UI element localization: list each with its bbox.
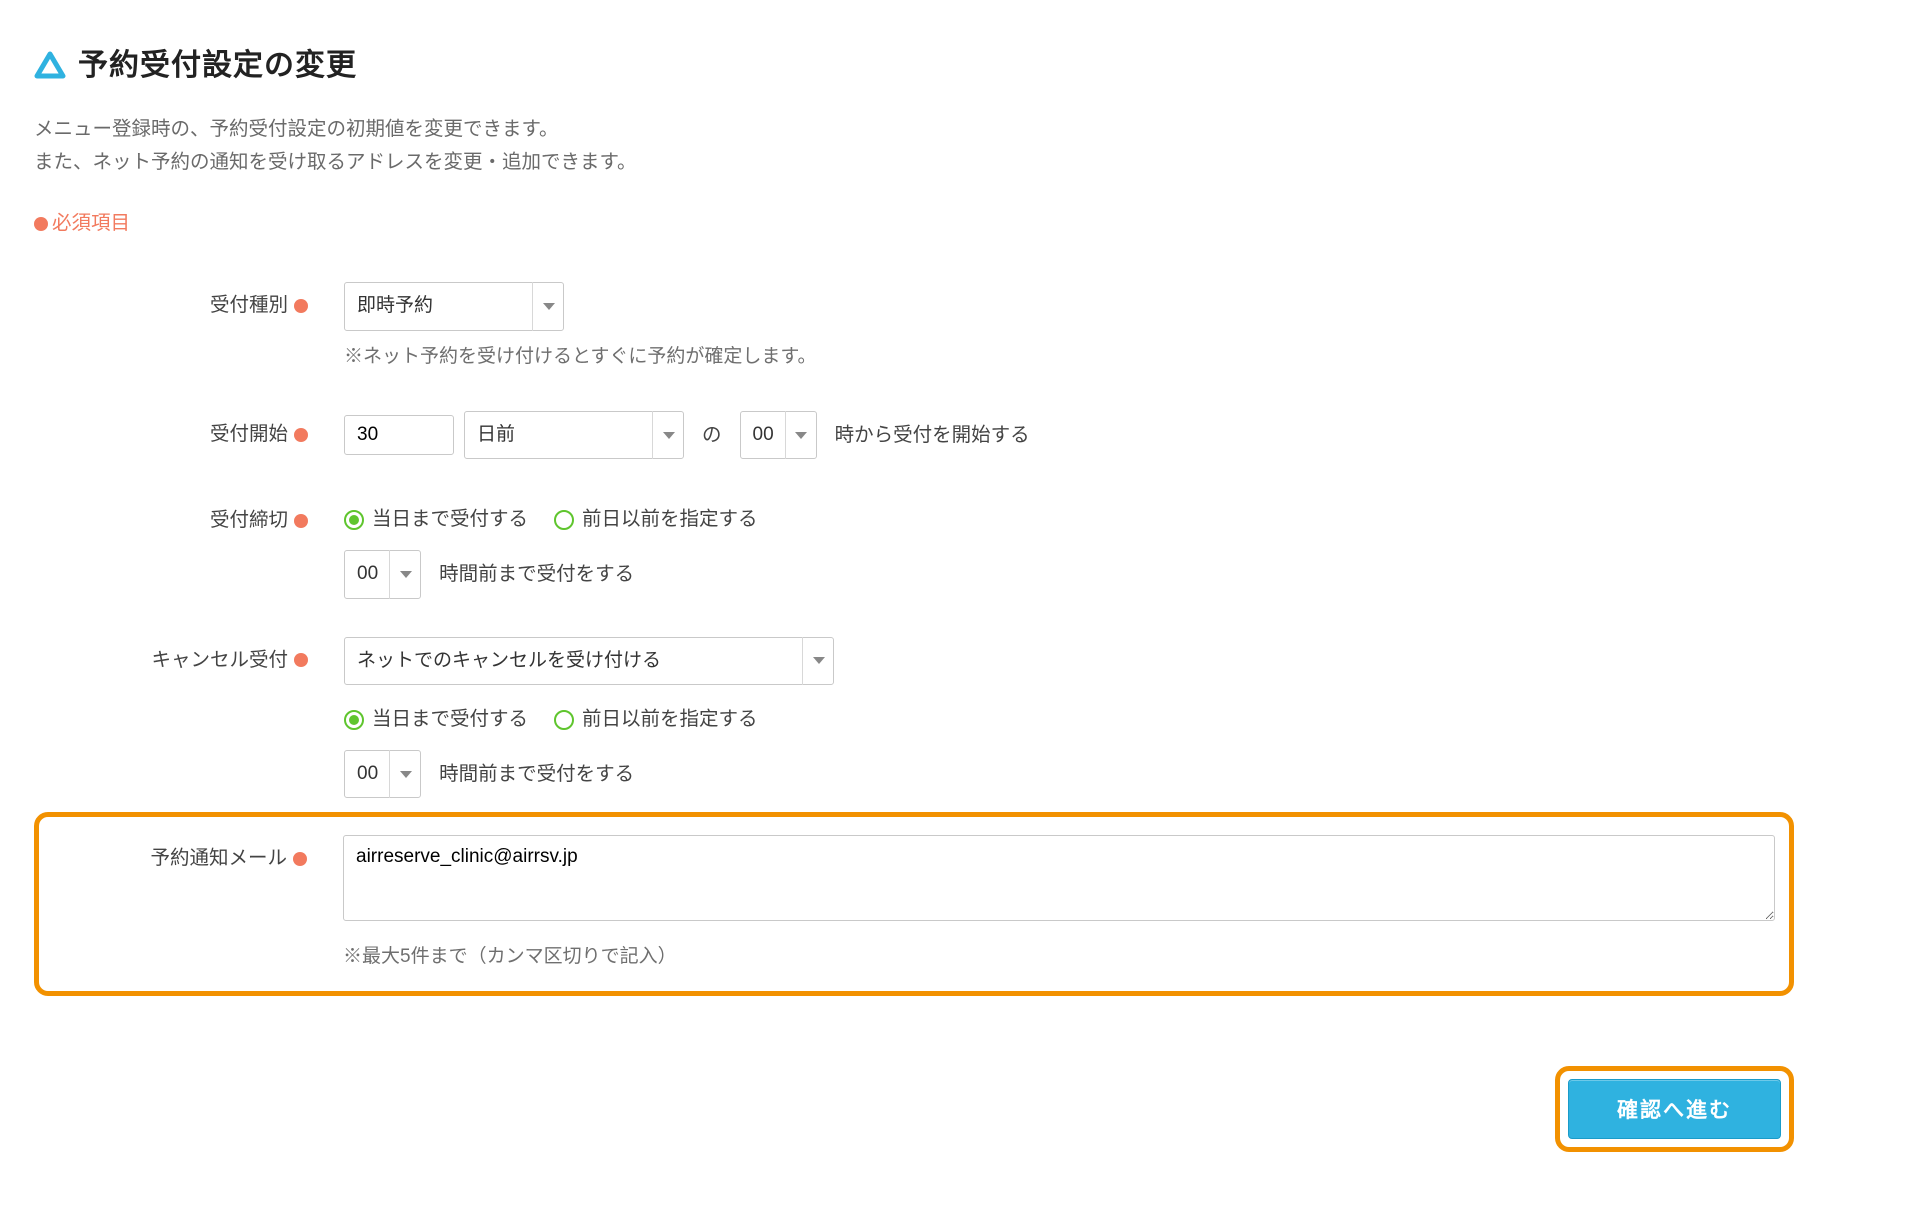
- description-line-1: メニュー登録時の、予約受付設定の初期値を変更できます。: [34, 113, 1794, 146]
- required-dot-icon: [294, 653, 308, 667]
- required-dot-icon: [293, 852, 307, 866]
- required-legend: 必須項目: [34, 207, 1794, 240]
- radio-label: 当日まで受付する: [372, 703, 528, 736]
- radio-icon: [344, 710, 364, 730]
- label-notify-email: 予約通知メール: [150, 842, 287, 875]
- radio-label: 前日以前を指定する: [582, 703, 758, 736]
- radio-deadline-same-day[interactable]: 当日まで受付する: [344, 503, 528, 536]
- radio-cancel-same-day[interactable]: 当日まで受付する: [344, 703, 528, 736]
- select-deadline-hour[interactable]: 00: [344, 550, 421, 598]
- select-value: 00: [753, 419, 774, 451]
- input-start-days[interactable]: [344, 415, 454, 455]
- label-cancel-reception: キャンセル受付: [151, 644, 288, 677]
- row-reception-start: 受付開始 日前 の 00 時から受付を開始する: [34, 411, 1794, 459]
- label-reception-deadline: 受付締切: [210, 504, 288, 537]
- required-dot-icon: [294, 299, 308, 313]
- radio-cancel-prev-day[interactable]: 前日以前を指定する: [554, 703, 758, 736]
- radio-icon: [554, 710, 574, 730]
- highlight-notify-email: 予約通知メール ※最大5件まで（カンマ区切りで記入）: [34, 812, 1794, 996]
- radio-label: 当日まで受付する: [372, 503, 528, 536]
- triangle-icon: [34, 50, 66, 82]
- required-label: 必須項目: [52, 207, 130, 240]
- select-reception-type[interactable]: 即時予約: [344, 282, 564, 330]
- text-cancel-suffix: 時間前まで受付をする: [439, 758, 634, 791]
- required-dot-icon: [294, 514, 308, 528]
- label-reception-type: 受付種別: [210, 289, 288, 322]
- select-start-unit[interactable]: 日前: [464, 411, 684, 459]
- select-value: 即時予約: [357, 290, 433, 322]
- radio-deadline-prev-day[interactable]: 前日以前を指定する: [554, 503, 758, 536]
- label-reception-start: 受付開始: [210, 418, 288, 451]
- submit-button[interactable]: 確認へ進む: [1568, 1079, 1781, 1139]
- description-line-2: また、ネット予約の通知を受け取るアドレスを変更・追加できます。: [34, 146, 1794, 179]
- hint-reception-type: ※ネット予約を受け付けるとすぐに予約が確定します。: [344, 341, 1794, 373]
- text-deadline-suffix: 時間前まで受付をする: [439, 558, 634, 591]
- select-cancel-reception[interactable]: ネットでのキャンセルを受け付ける: [344, 637, 834, 685]
- required-dot-icon: [294, 428, 308, 442]
- page-description: メニュー登録時の、予約受付設定の初期値を変更できます。 また、ネット予約の通知を…: [34, 113, 1794, 179]
- select-value: 日前: [477, 419, 515, 451]
- footer-actions: 確認へ進む: [34, 1066, 1794, 1152]
- text-start-suffix: 時から受付を開始する: [835, 419, 1030, 452]
- row-reception-type: 受付種別 即時予約 ※ネット予約を受け付けるとすぐに予約が確定します。: [34, 282, 1794, 373]
- radio-label: 前日以前を指定する: [582, 503, 758, 536]
- select-value: 00: [357, 758, 378, 790]
- hint-notify-email: ※最大5件まで（カンマ区切りで記入）: [343, 941, 1775, 973]
- select-value: 00: [357, 558, 378, 590]
- row-reception-deadline: 受付締切 当日まで受付する 前日以前を指定する 00: [34, 497, 1794, 598]
- text-of: の: [702, 419, 722, 452]
- textarea-notify-email[interactable]: [343, 835, 1775, 921]
- required-dot-icon: [34, 217, 48, 231]
- page-title-row: 予約受付設定の変更: [34, 40, 1794, 91]
- select-start-hour[interactable]: 00: [740, 411, 817, 459]
- row-cancel-reception: キャンセル受付 ネットでのキャンセルを受け付ける 当日まで受付する: [34, 637, 1794, 799]
- highlight-submit: 確認へ進む: [1555, 1066, 1794, 1152]
- select-cancel-hour[interactable]: 00: [344, 750, 421, 798]
- select-value: ネットでのキャンセルを受け付ける: [357, 645, 661, 677]
- radio-icon: [344, 510, 364, 530]
- page-title: 予約受付設定の変更: [78, 40, 357, 91]
- radio-icon: [554, 510, 574, 530]
